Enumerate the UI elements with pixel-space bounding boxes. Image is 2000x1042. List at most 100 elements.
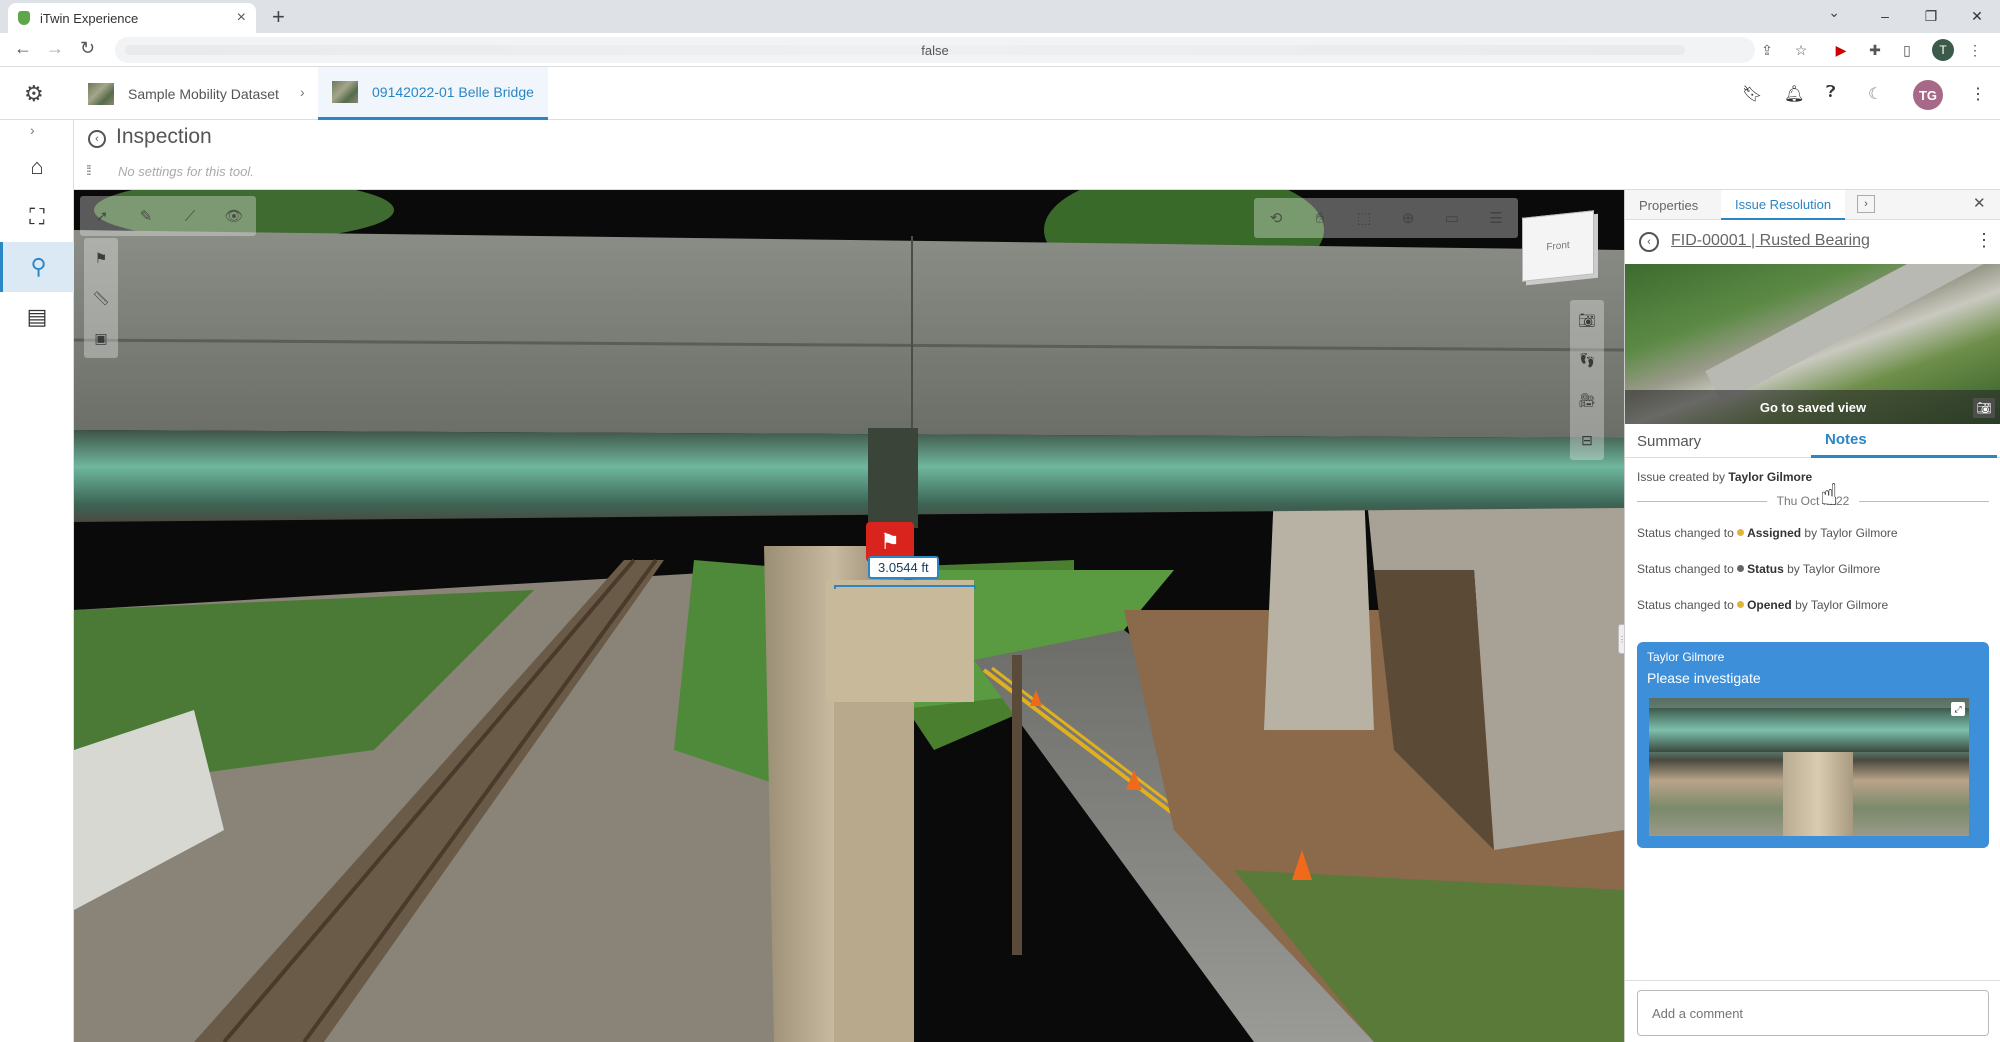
rotate-icon[interactable]: ⟲ — [1254, 198, 1298, 238]
url-text: false — [921, 42, 949, 58]
minimize-button[interactable]: – — [1862, 2, 1908, 30]
measure-tool-icon[interactable]: ⟋ — [168, 196, 212, 236]
breadcrumb-dataset[interactable]: Sample Mobility Dataset — [88, 67, 279, 120]
bridge-reality-mesh — [74, 190, 1624, 1042]
saved-view-road — [1705, 264, 2000, 404]
browser-tab-bar: iTwin Experience × + ⌄ – ❐ ✕ — [0, 0, 2000, 33]
undo-view-icon[interactable]: ☰ — [1474, 198, 1518, 238]
note-status-opened: Status changed to Opened by Taylor Gilmo… — [1637, 598, 1889, 612]
unpin-panel-icon[interactable]: ✕ — [1973, 194, 1986, 212]
extensions-puzzle-icon[interactable]: ✚ — [1864, 39, 1886, 61]
measurement-label: 3.0544 ft — [868, 556, 939, 579]
browser-menu-icon[interactable]: ⋮ — [1964, 39, 1986, 61]
issue-back-button[interactable]: ‹ — [1639, 232, 1659, 252]
app-header: ⚙ Sample Mobility Dataset › 09142022-01 … — [0, 67, 2000, 120]
saved-view-thumbnail[interactable]: Go to saved view 📷︎ — [1625, 264, 2000, 424]
viewport-primary-toolbar: ➚ ✎ ⟋ 👁︎ — [80, 196, 256, 236]
app-menu-icon[interactable]: ⋮ — [1970, 84, 1986, 104]
user-avatar[interactable]: TG — [1913, 80, 1943, 110]
window-controls: – ❐ ✕ — [1862, 2, 2000, 30]
camera-icon[interactable]: 📷︎ — [1570, 300, 1604, 340]
breadcrumb-separator: › — [300, 84, 305, 100]
forward-arrow-icon[interactable]: → — [46, 38, 64, 59]
browser-tab[interactable]: iTwin Experience × — [8, 3, 256, 33]
issue-sub-tabs: Summary Notes — [1625, 424, 2000, 458]
view-cube[interactable]: Front — [1522, 210, 1594, 282]
reload-icon[interactable]: ↻ — [80, 38, 95, 59]
browser-profile-avatar[interactable]: T — [1932, 39, 1954, 61]
panel-toggle-icon[interactable]: ⊟ — [1570, 420, 1604, 460]
flag-tool-icon[interactable]: ⚑ — [84, 238, 118, 278]
bookmark-icon[interactable]: 🔖︎ — [1742, 84, 1762, 104]
close-window-button[interactable]: ✕ — [1954, 2, 2000, 30]
capture-camera-icon[interactable]: 📷︎ — [1973, 398, 1995, 418]
breadcrumb-imodel-label: 09142022-01 Belle Bridge — [372, 84, 534, 100]
left-navigation-rail: › ⌂ ⛶ ⚲ ▤ — [0, 120, 74, 1042]
close-tab-icon[interactable]: × — [237, 9, 246, 27]
notifications-bell-icon[interactable]: 🔔︎ — [1784, 84, 1804, 104]
note-date: Thu Oct ... 22 — [1776, 494, 1850, 508]
tabs-next-chevron-icon[interactable]: › — [1857, 195, 1875, 213]
map-icon[interactable]: ⛶ — [0, 192, 74, 242]
3d-viewport[interactable]: ➚ ✎ ⟋ 👁︎ ⚑ 📏︎ ▣ ⟲ ✋︎ ⬚ ⊕ ▭ ☰ Front 📷︎ 👣︎… — [74, 190, 1624, 1042]
new-tab-button[interactable]: + — [272, 4, 285, 30]
document-icon[interactable]: ▤ — [0, 292, 74, 342]
browser-tab-title: iTwin Experience — [40, 10, 139, 26]
tab-notes[interactable]: Notes — [1811, 424, 1997, 458]
markup-tool-icon[interactable]: ✎ — [124, 196, 168, 236]
dataset-thumbnail — [88, 82, 114, 105]
expand-image-icon[interactable]: ⤢ — [1951, 702, 1965, 716]
note-status-status: Status changed to Status by Taylor Gilmo… — [1637, 562, 1881, 576]
restore-button[interactable]: ❐ — [1908, 2, 1954, 30]
itwin-favicon-icon — [18, 11, 30, 25]
view-tool-icon[interactable]: 👁︎ — [212, 196, 256, 236]
tab-issue-resolution[interactable]: Issue Resolution — [1721, 190, 1846, 220]
itwin-logo-icon[interactable]: ⚙ — [24, 81, 50, 107]
url-input[interactable]: false — [115, 37, 1755, 63]
tool-back-button[interactable]: ‹ — [88, 130, 106, 148]
expand-rail-chevron-icon[interactable]: › — [30, 122, 35, 138]
viewport-right-toolbar: 📷︎ 👣︎ 🎥︎ ⊟ — [1570, 300, 1604, 460]
tool-title: Inspection — [116, 125, 212, 148]
add-comment-input[interactable] — [1637, 990, 1989, 1036]
walk-footprints-icon[interactable]: 👣︎ — [1570, 340, 1604, 380]
home-icon[interactable]: ⌂ — [0, 142, 74, 192]
fit-view-icon[interactable]: ⬚ — [1342, 198, 1386, 238]
window-area-icon[interactable]: ▭ — [1430, 198, 1474, 238]
side-panel-icon[interactable]: ▯ — [1896, 39, 1918, 61]
ruler-tool-icon[interactable]: 📏︎ — [84, 278, 118, 318]
issue-title[interactable]: FID-00001 | Rusted Bearing — [1671, 232, 1870, 250]
issue-header: ‹ FID-00001 | Rusted Bearing ⋮ — [1625, 220, 2000, 264]
back-arrow-icon[interactable]: ← — [14, 38, 32, 59]
help-icon[interactable]: ❓︎ — [1826, 84, 1836, 102]
status-dot-icon — [1737, 565, 1745, 572]
issue-more-icon[interactable]: ⋮ — [1975, 230, 1993, 251]
comment-divider — [1625, 980, 2000, 981]
zoom-icon[interactable]: ⊕ — [1386, 198, 1430, 238]
youtube-extension-icon[interactable]: ▶ — [1830, 39, 1852, 61]
viewport-navigation-toolbar: ⟲ ✋︎ ⬚ ⊕ ▭ ☰ — [1254, 198, 1518, 238]
note-created-by: Taylor Gilmore — [1728, 470, 1813, 484]
bookmark-star-icon[interactable]: ☆ — [1790, 39, 1812, 61]
pan-hand-icon[interactable]: ✋︎ — [1298, 198, 1342, 238]
measurement-line — [834, 585, 976, 589]
breadcrumb-dataset-label: Sample Mobility Dataset — [128, 85, 279, 102]
hand-pointer-cursor-icon: ☝︎ — [1820, 479, 1839, 512]
section-tool-icon[interactable]: ▣ — [84, 318, 118, 358]
go-to-saved-view-button[interactable]: Go to saved view — [1625, 390, 2000, 424]
status-dot-icon — [1737, 529, 1745, 536]
tab-search-chevron-icon[interactable]: ⌄ — [1828, 4, 1840, 21]
share-icon[interactable]: ⇪ — [1756, 39, 1778, 61]
select-tool-icon[interactable]: ➚ — [80, 196, 124, 236]
comment-attachment-image[interactable]: ⤢ — [1649, 698, 1969, 836]
search-icon[interactable]: ⚲ — [0, 242, 74, 292]
tab-properties[interactable]: Properties — [1625, 190, 1712, 220]
theme-moon-icon[interactable]: ☾ — [1868, 84, 1882, 104]
video-icon[interactable]: 🎥︎ — [1570, 380, 1604, 420]
tab-summary[interactable]: Summary — [1637, 424, 1701, 458]
status-dot-icon — [1737, 601, 1745, 608]
comment-card[interactable]: Taylor Gilmore Please investigate ⤢ — [1637, 642, 1989, 848]
tool-settings-note: No settings for this tool. — [118, 164, 254, 179]
drag-grip-icon[interactable]: ⁞⁞ — [86, 162, 92, 178]
breadcrumb-imodel[interactable]: 09142022-01 Belle Bridge — [318, 67, 548, 120]
